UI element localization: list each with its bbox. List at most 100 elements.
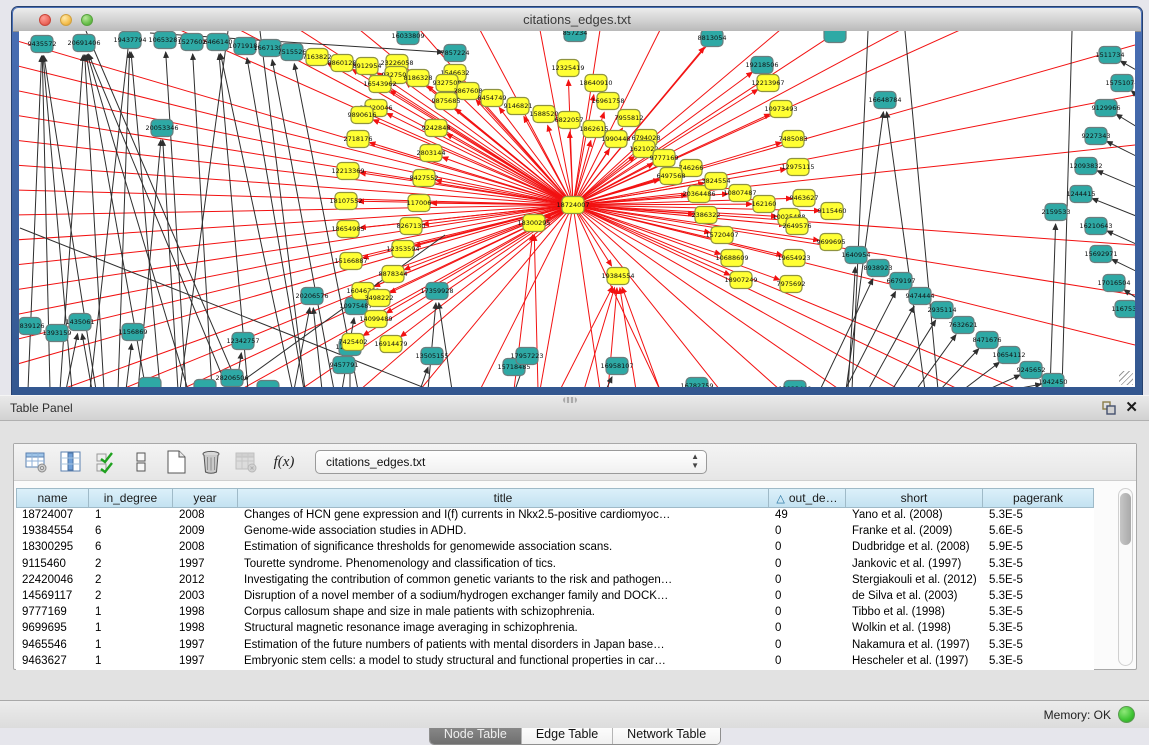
table-row[interactable]: 1456911722003Disruption of a novel membe… (16, 589, 1094, 605)
table-cell: Tibbo et al. (1998) (846, 605, 983, 621)
node-label: 16648784 (868, 96, 901, 104)
node-label: 12353594 (386, 245, 419, 253)
node-label: 8471676 (973, 336, 1002, 344)
close-panel-icon[interactable]: ✕ (1125, 398, 1138, 416)
node-label: 10973493 (764, 105, 797, 113)
table-row[interactable]: 911546021997Tourette syndrome. Phenomeno… (16, 557, 1094, 573)
table-cell: Hescheler et al. (1997) (846, 654, 983, 670)
node-label: 10807487 (723, 189, 756, 197)
show-column-icon[interactable] (58, 449, 84, 475)
column-header-pagerank[interactable]: pagerank (983, 488, 1094, 508)
table-cell: 1 (89, 605, 173, 621)
table-cell: 1997 (173, 638, 238, 654)
memory-ok-indicator-icon (1118, 706, 1135, 723)
table-cell: Corpus callosum shape and size in male p… (238, 605, 769, 621)
delete-table-icon-disabled[interactable] (233, 449, 259, 475)
column-header-title[interactable]: title (238, 488, 769, 508)
node-label: 117006 (407, 199, 432, 207)
network-canvas[interactable]: 1872400794355722069140619437794106532871… (19, 31, 1135, 387)
table-row[interactable]: 969969511998Structural magnetic resonanc… (16, 621, 1094, 637)
column-header-in_degree[interactable]: in_degree (89, 488, 173, 508)
table-cell: Stergiakouli et al. (2012) (846, 573, 983, 589)
table-cell: 5.3E-5 (983, 605, 1094, 621)
network-nodes[interactable]: 1872400794355722069140619437794106532871… (19, 31, 1135, 387)
column-header-name[interactable]: name (16, 488, 89, 508)
table-cell: 0 (769, 524, 846, 540)
node-label: 6497568 (657, 172, 686, 180)
node-label: 17016504 (1097, 279, 1130, 287)
table-cell: 1 (89, 654, 173, 670)
table-cell: Disruption of a novel member of a sodium… (238, 589, 769, 605)
node-label: 1839126 (19, 322, 44, 330)
network-node[interactable] (194, 380, 216, 388)
network-window-titlebar[interactable]: citations_edges.txt (13, 8, 1141, 32)
float-panel-icon[interactable] (1102, 401, 1116, 415)
table-cell: 22420046 (16, 573, 89, 589)
table-cell: 5.3E-5 (983, 621, 1094, 637)
node-label: 12093832 (1069, 162, 1102, 170)
table-cell: 9115460 (16, 557, 89, 573)
network-node[interactable] (824, 31, 846, 43)
node-label: 9146821 (504, 102, 533, 110)
node-label: 3498222 (365, 294, 394, 302)
column-header-short[interactable]: short (846, 488, 983, 508)
table-cell: 1997 (173, 557, 238, 573)
delete-column-icon[interactable] (198, 449, 224, 475)
node-label: 12325419 (551, 64, 584, 72)
node-label: 3824554 (702, 177, 731, 185)
table-cell: 0 (769, 557, 846, 573)
node-label: 7632621 (949, 321, 978, 329)
table-cell: 2009 (173, 524, 238, 540)
network-window-title: citations_edges.txt (13, 12, 1141, 27)
table-cell: 2 (89, 573, 173, 589)
function-builder-icon[interactable]: f(x) (271, 449, 297, 475)
node-label: 9875685 (432, 97, 461, 105)
table-row[interactable]: 946362711997Embryonic stem cells: a mode… (16, 654, 1094, 670)
table-source-select[interactable]: citations_edges.txt ▲▼ (315, 450, 707, 474)
node-label: 16914479 (374, 340, 407, 348)
table-cell: 9777169 (16, 605, 89, 621)
table-mode-icon[interactable] (23, 449, 49, 475)
table-cell: Changes of HCN gene expression and I(f) … (238, 508, 769, 524)
node-label: 13505155 (415, 352, 448, 360)
node-label: 6679197 (887, 277, 916, 285)
table-cell: 5.3E-5 (983, 557, 1094, 573)
column-header-out_de[interactable]: △out_de… (769, 488, 846, 508)
table-cell: Embryonic stem cells: a model to study s… (238, 654, 769, 670)
column-header-year[interactable]: year (173, 488, 238, 508)
node-label: 12213967 (751, 79, 784, 87)
node-label: 20206576 (295, 292, 328, 300)
node-label: 6822057 (555, 116, 584, 124)
table-row[interactable]: 977716911998Corpus callosum shape and si… (16, 605, 1094, 621)
table-cell: Franke et al. (2009) (846, 524, 983, 540)
network-node[interactable] (257, 381, 279, 388)
node-label: 8267130 (397, 222, 426, 230)
node-label: 9463627 (790, 194, 819, 202)
node-label: 2935114 (928, 306, 957, 314)
scrollbar-thumb[interactable] (1120, 493, 1131, 545)
node-label: 19218506 (745, 61, 778, 69)
table-cell: 18724007 (16, 508, 89, 524)
table-panel-titlebar: Table Panel ✕ (0, 395, 1149, 421)
table-cell: 1 (89, 508, 173, 524)
table-row[interactable]: 1872400712008Changes of HCN gene express… (16, 508, 1094, 524)
node-label: 9474444 (906, 292, 935, 300)
table-cell: 9465546 (16, 638, 89, 654)
table-row[interactable]: 2242004622012Investigating the contribut… (16, 573, 1094, 589)
window-resize-grip[interactable] (1119, 371, 1133, 385)
table-row[interactable]: 1938455462009Genome-wide association stu… (16, 524, 1094, 540)
column-header-label: short (901, 491, 928, 505)
select-rows-icon[interactable] (93, 449, 119, 475)
node-label: 162160 (752, 200, 777, 208)
vertical-scrollbar[interactable] (1118, 488, 1133, 666)
column-header-label: pagerank (1013, 491, 1063, 505)
splitter-grip[interactable] (563, 397, 577, 403)
table-body: 1872400712008Changes of HCN gene express… (16, 508, 1094, 670)
table-row[interactable]: 1830029562008Estimation of significance … (16, 540, 1094, 556)
network-node[interactable] (139, 378, 161, 388)
toggle-panel-icon[interactable] (128, 449, 154, 475)
table-row[interactable]: 946554611997Estimation of the future num… (16, 638, 1094, 654)
new-column-icon[interactable] (163, 449, 189, 475)
table-cell: Genome-wide association studies in ADHD. (238, 524, 769, 540)
node-label: 9115460 (818, 207, 847, 215)
